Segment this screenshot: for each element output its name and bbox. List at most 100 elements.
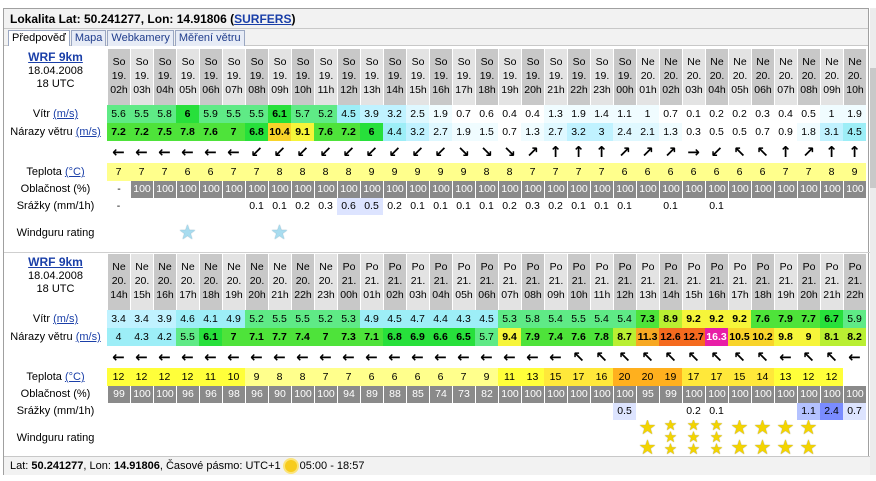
footer-timezone: , Časové pásmo: UTC+1 xyxy=(159,460,281,472)
temp-unit-link[interactable]: (°C) xyxy=(65,371,85,383)
day-name: So xyxy=(388,56,402,68)
day-date: 21. xyxy=(594,275,610,287)
rain-cell xyxy=(429,403,452,420)
rain-cell xyxy=(774,403,797,420)
day-date: 19. xyxy=(364,70,380,82)
gusts-cell: 7.8 xyxy=(590,328,613,346)
dir-cell: ← xyxy=(411,348,424,366)
model-link[interactable]: WRF 9km xyxy=(28,50,83,64)
dir-cell: ↘ xyxy=(503,143,516,161)
hour-header: So 19. 00h xyxy=(613,49,636,105)
day-name: So xyxy=(227,56,241,68)
gusts-cell: 3.2 xyxy=(567,123,590,141)
wind-cell: 3.9 xyxy=(360,105,383,123)
rain-cell xyxy=(682,198,705,215)
wind-cell: 3.4 xyxy=(130,310,153,328)
wind-cell: 4.6 xyxy=(176,310,199,328)
wind-cell: 0.4 xyxy=(498,105,521,123)
day-name: Ne xyxy=(204,261,218,273)
hour: 20h xyxy=(524,84,542,96)
tab-webcams[interactable]: Webkamery xyxy=(107,30,174,46)
day-name: Ne xyxy=(641,56,655,68)
rain-cell xyxy=(291,403,314,420)
cloud-cell: 100 xyxy=(199,181,222,198)
day-name: Po xyxy=(756,261,770,273)
dir-cell: ← xyxy=(158,143,171,161)
hour-header: Po 21. 16h xyxy=(705,254,728,310)
wind-cell: 5.8 xyxy=(521,310,544,328)
rating-cell xyxy=(153,215,176,251)
temp-cell: 6 xyxy=(659,163,682,181)
rating-cell xyxy=(130,215,153,251)
hour: 22h xyxy=(294,289,312,301)
hour-header: Ne 20. 07h xyxy=(774,49,797,105)
gusts-cell: 7.4 xyxy=(544,328,567,346)
hour: 18h xyxy=(202,289,220,301)
wind-cell: 5.6 xyxy=(107,105,130,123)
dir-cell: ↖ xyxy=(733,348,746,366)
day-name: Po xyxy=(664,261,678,273)
gusts-label: Nárazy větru (m/s) xyxy=(4,123,107,141)
rating-cell xyxy=(314,420,337,456)
rain-cell xyxy=(222,198,245,215)
dir-cell: ↖ xyxy=(756,348,769,366)
rating-cell xyxy=(820,420,843,456)
hour-header: So 19. 20h xyxy=(521,49,544,105)
dir-row: ← ← ← ← ← ← ← ← ← ← ← ← ← ← ← ← ← ← ← ← ↖ ↖ ↖ ↖ ↖ ↖ ↖ ↖ ↖ ← ↖ ↖ ← xyxy=(107,346,866,368)
wind-unit-link[interactable]: (m/s) xyxy=(53,313,78,325)
day-name: Po xyxy=(365,261,379,273)
rain-cell xyxy=(751,403,774,420)
rain-cell xyxy=(820,198,843,215)
dir-cell: ↖ xyxy=(825,348,838,366)
hour: 13h xyxy=(639,289,657,301)
hour-header: So 19. 14h xyxy=(383,49,406,105)
run-date: 18.04.2008 xyxy=(27,65,84,77)
day-date: 20. xyxy=(640,70,656,82)
wind-row: 5.6 5.5 5.8 6 5.9 5.5 5.5 6.1 5.7 5.2 4.5 3.9 3.2 2.5… xyxy=(107,105,866,123)
wind-unit-link[interactable]: (m/s) xyxy=(53,108,78,120)
temp-cell: 7 xyxy=(797,163,820,181)
hour: 09h xyxy=(823,84,841,96)
cloud-cell: 100 xyxy=(613,386,636,403)
gusts-cell: 9.1 xyxy=(291,123,314,141)
hour-header: Po 21. 18h xyxy=(751,254,774,310)
gusts-label-text: Nárazy větru xyxy=(10,126,73,138)
cloud-cell: 74 xyxy=(429,386,452,403)
day-name: So xyxy=(296,56,310,68)
temp-unit-link[interactable]: (°C) xyxy=(65,166,85,178)
day-date: 21. xyxy=(502,275,518,287)
rating-label-text: Windguru rating xyxy=(16,432,95,444)
gusts-cell: 7.6 xyxy=(567,328,590,346)
rating-cell xyxy=(291,215,314,251)
hour: 20h xyxy=(800,289,818,301)
day-date: 21. xyxy=(479,275,495,287)
gusts-unit-link[interactable]: (m/s) xyxy=(76,126,101,138)
footer-sun-times: 05:00 - 18:57 xyxy=(299,460,365,472)
hour-header: Po 21. 09h xyxy=(544,254,567,310)
tab-wind-measurement[interactable]: Měření větru xyxy=(174,30,245,46)
tab-forecast[interactable]: Předpověď xyxy=(8,30,70,46)
hdr-label: WRF 9km 18.04.2008 18 UTC xyxy=(4,49,107,105)
hour-header: Ne 20. 16h xyxy=(153,254,176,310)
hour: 07h xyxy=(225,84,243,96)
scrollbar[interactable] xyxy=(870,8,876,475)
wind-cell: 5.5 xyxy=(222,105,245,123)
wind-cell: 0.5 xyxy=(797,105,820,123)
cloud-cell: 100 xyxy=(314,386,337,403)
day-date: 20. xyxy=(686,70,702,82)
scrollbar-thumb[interactable] xyxy=(870,68,876,188)
gusts-cell: 0.9 xyxy=(774,123,797,141)
tab-map[interactable]: Mapa xyxy=(70,30,107,46)
wind-cell: 1.9 xyxy=(567,105,590,123)
tab-bar: Předpověď Mapa Webkamery Měření větru xyxy=(4,29,868,46)
hour: 17h xyxy=(179,289,197,301)
surfers-link[interactable]: SURFERS xyxy=(234,12,291,26)
day-date: 20. xyxy=(801,70,817,82)
hour: 18h xyxy=(754,289,772,301)
cloud-cell: 96 xyxy=(245,386,268,403)
dir-cell: ↙ xyxy=(388,143,401,161)
day-name: Po xyxy=(457,261,471,273)
model-link[interactable]: WRF 9km xyxy=(28,255,83,269)
gusts-unit-link[interactable]: (m/s) xyxy=(76,331,101,343)
wind-cell: 1.9 xyxy=(843,105,866,123)
